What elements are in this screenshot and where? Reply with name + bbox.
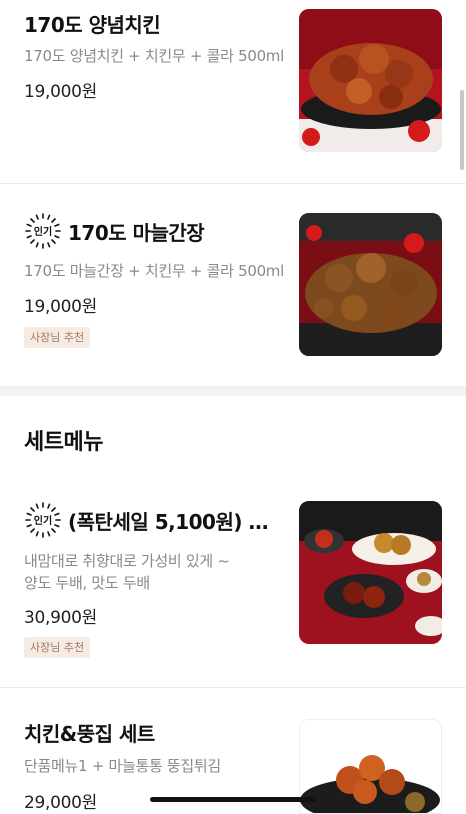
menu-item-bomb-sale-set[interactable]: 인기 (폭탄세일 5,100원) 취향대로 가성비 세트 내맘대로 취향대로 가… [0, 482, 466, 687]
menu-item-price: 29,000원 [24, 793, 98, 813]
owner-recommend-tag: 사장님 추천 [24, 327, 91, 348]
menu-item-description: 170도 양념치킨 + 치킨무 + 콜라 500ml [24, 47, 284, 65]
svg-text:인기: 인기 [34, 514, 52, 527]
menu-item-title-row: 170도 양념치킨 [24, 9, 161, 38]
section-separator [0, 386, 466, 396]
menu-item-title-row: 인기 (폭탄세일 5,100원) 취향대로 가성비 세트 [24, 501, 286, 539]
menu-item-price: 19,000원 [24, 297, 98, 317]
popular-badge-icon: 인기 [25, 213, 61, 249]
menu-item-price: 19,000원 [24, 82, 98, 102]
menu-item-chicken-ttungjip-set[interactable]: 치킨&뚱집 세트 단품메뉴1 + 마늘통통 뚱집튀김 29,000원 [0, 688, 466, 814]
menu-item-name: 170도 양념치킨 [24, 13, 161, 37]
menu-item-photo [299, 213, 442, 356]
menu-item-title-row: 치킨&뚱집 세트 [24, 718, 155, 747]
menu-item-photo [299, 501, 442, 644]
menu-item-name: 치킨&뚱집 세트 [24, 722, 155, 746]
menu-item-title-row: 인기 170도 마늘간장 [24, 212, 205, 250]
owner-recommend-tag: 사장님 추천 [24, 637, 91, 658]
menu-item-description: 170도 마늘간장 + 치킨무 + 콜라 500ml [24, 262, 284, 280]
home-indicator[interactable] [150, 797, 316, 802]
menu-item-price: 30,900원 [24, 608, 98, 628]
menu-item-description: 내맘대로 취향대로 가성비 있게 ~ [24, 552, 230, 570]
menu-item-description: 단품메뉴1 + 마늘통통 뚱집튀김 [24, 757, 221, 775]
section-title-set-menu: 세트메뉴 [24, 430, 103, 455]
menu-item-photo [299, 719, 442, 814]
menu-item-name: (폭탄세일 5,100원) 취향대로 가성비 세트 [68, 509, 286, 534]
menu-item-description-line2: 양도 두배, 맛도 두배 [24, 574, 150, 592]
svg-text:인기: 인기 [34, 225, 52, 238]
menu-item-photo [299, 9, 442, 152]
scrollbar[interactable] [460, 90, 464, 170]
menu-item-yangnyeom[interactable]: 170도 양념치킨 170도 양념치킨 + 치킨무 + 콜라 500ml 19,… [0, 0, 466, 183]
menu-item-name: 170도 마늘간장 [68, 220, 205, 245]
popular-badge-icon: 인기 [25, 502, 61, 538]
menu-item-garlic-soy[interactable]: 인기 170도 마늘간장 170도 마늘간장 + 치킨무 + 콜라 500ml … [0, 184, 466, 386]
